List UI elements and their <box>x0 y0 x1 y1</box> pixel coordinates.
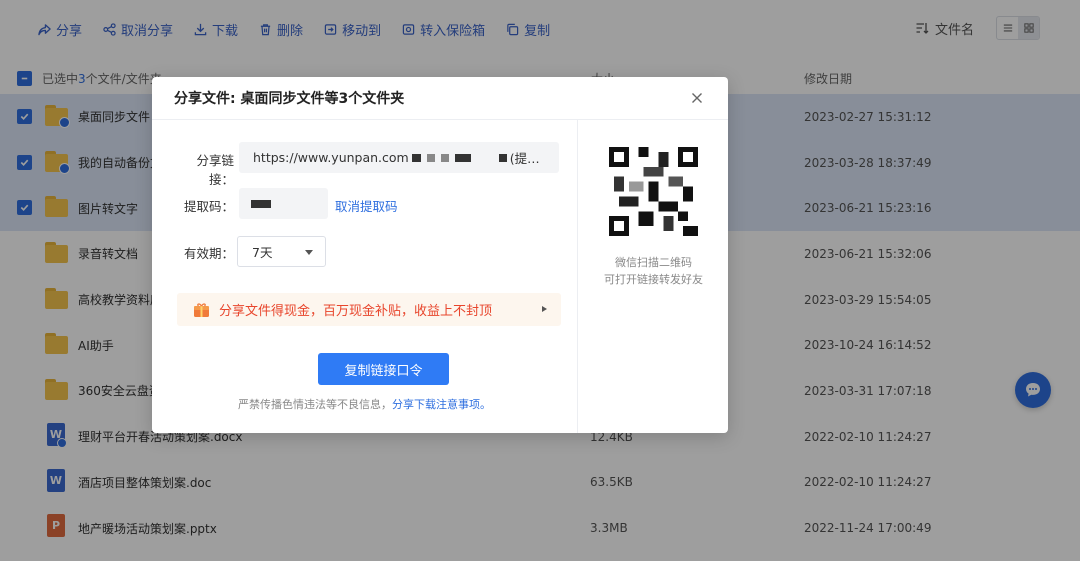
share-notice: 严禁传播色情违法等不良信息，分享下载注意事项。 <box>152 396 577 412</box>
dialog-qr-panel: 微信扫描二维码 可打开链接转发好友 <box>577 120 728 433</box>
extract-code-field[interactable] <box>239 188 328 219</box>
dialog-left-panel: 分享链接： https://www.yunpan.com (提… 提取码： 取消… <box>152 120 577 433</box>
promo-banner[interactable]: 分享文件得现金，百万现金补贴，收益上不封顶 <box>177 293 561 326</box>
redacted-mark <box>426 153 435 162</box>
qr-caption-line1: 微信扫描二维码 <box>615 256 692 269</box>
notice-text: 严禁传播色情违法等不良信息， <box>238 398 392 411</box>
cancel-code-link[interactable]: 取消提取码 <box>335 196 398 215</box>
notice-link[interactable]: 分享下载注意事项。 <box>392 398 491 411</box>
redacted-mark <box>411 153 421 162</box>
redacted-mark <box>440 153 449 162</box>
dialog-title: 分享文件: 桌面同步文件等3个文件夹 <box>174 91 405 107</box>
expire-label: 有效期： <box>183 246 234 261</box>
dialog-header: 分享文件: 桌面同步文件等3个文件夹 <box>152 77 728 120</box>
close-icon[interactable] <box>690 91 704 105</box>
gift-icon <box>194 302 209 317</box>
expire-value: 7天 <box>252 245 273 260</box>
promo-text: 分享文件得现金，百万现金补贴，收益上不封顶 <box>219 304 493 319</box>
qr-code-image <box>609 147 698 236</box>
redacted-mark <box>498 153 507 162</box>
arrow-right-icon <box>542 306 547 312</box>
code-label: 提取码： <box>183 199 234 214</box>
copy-link-button[interactable]: 复制链接口令 <box>318 353 449 385</box>
share-dialog: 分享文件: 桌面同步文件等3个文件夹 分享链接： https://www.yun… <box>152 77 728 433</box>
redacted-code <box>251 199 271 208</box>
qr-caption: 微信扫描二维码 可打开链接转发好友 <box>578 254 729 288</box>
caret-down-icon <box>305 250 313 255</box>
share-link-suffix: (提… <box>509 151 540 166</box>
share-link-value: https://www.yunpan.com <box>253 150 409 165</box>
qr-caption-line2: 可打开链接转发好友 <box>604 273 703 286</box>
share-link-field[interactable]: https://www.yunpan.com (提… <box>239 142 559 173</box>
expire-select[interactable]: 7天 <box>237 236 326 267</box>
redacted-mark <box>454 153 471 162</box>
link-label: 分享链接： <box>196 153 234 187</box>
